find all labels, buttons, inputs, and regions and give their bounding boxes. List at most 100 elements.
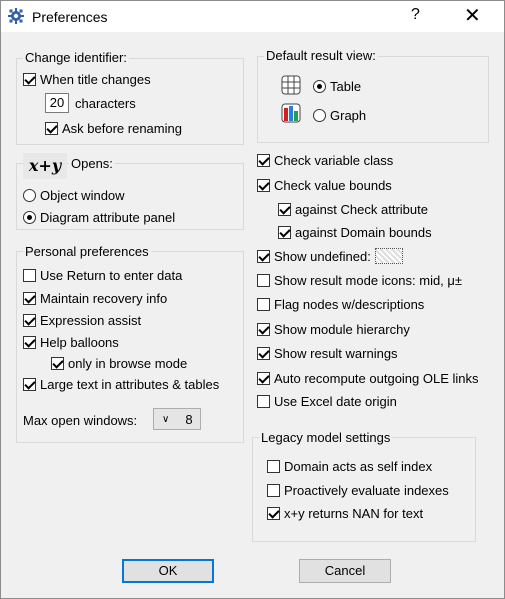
checkbox-box[interactable]: [257, 297, 270, 311]
show-result-warnings-checkbox[interactable]: Show result warnings: [257, 344, 398, 362]
table-icon: [281, 75, 301, 95]
show-result-mode-icons-label: Show result mode icons: mid, μ±: [274, 272, 463, 288]
graph-radio[interactable]: Graph: [313, 106, 366, 124]
opens-title: Opens:: [69, 156, 115, 171]
auto-recompute-ole-label: Auto recompute outgoing OLE links: [274, 370, 479, 386]
show-module-hierarchy-label: Show module hierarchy: [274, 321, 410, 337]
checkbox-box[interactable]: [278, 225, 291, 239]
diagram-panel-radio[interactable]: Diagram attribute panel: [23, 208, 175, 226]
max-windows-select[interactable]: ∨ 8: [153, 408, 201, 430]
checkbox-box[interactable]: [257, 153, 270, 167]
checkbox-box[interactable]: [267, 506, 280, 520]
checkbox-box[interactable]: [23, 335, 36, 349]
flag-nodes-checkbox[interactable]: Flag nodes w/descriptions: [257, 295, 424, 313]
use-return-checkbox[interactable]: Use Return to enter data: [23, 266, 182, 284]
checkbox-box[interactable]: [267, 483, 280, 497]
checkbox-box[interactable]: [257, 394, 270, 408]
characters-input[interactable]: 20: [45, 93, 69, 113]
domain-self-index-checkbox[interactable]: Domain acts as self index: [267, 457, 432, 475]
maintain-recovery-label: Maintain recovery info: [40, 290, 168, 306]
ask-before-renaming-label: Ask before renaming: [62, 120, 182, 136]
radio-circle[interactable]: [23, 210, 36, 224]
object-window-radio[interactable]: Object window: [23, 186, 125, 204]
title-bar: Preferences ? ✕: [1, 1, 504, 32]
help-balloons-checkbox[interactable]: Help balloons: [23, 333, 119, 351]
characters-label: characters: [75, 95, 136, 111]
help-balloons-label: Help balloons: [40, 334, 119, 350]
cancel-button[interactable]: Cancel: [299, 559, 391, 583]
table-radio[interactable]: Table: [313, 77, 361, 95]
show-undefined-checkbox[interactable]: Show undefined:: [257, 247, 403, 265]
show-undefined-label: Show undefined:: [274, 248, 371, 264]
against-domain-bounds-label: against Domain bounds: [295, 224, 432, 240]
ok-button[interactable]: OK: [122, 559, 214, 583]
maintain-recovery-checkbox[interactable]: Maintain recovery info: [23, 289, 167, 307]
check-value-bounds-label: Check value bounds: [274, 177, 392, 193]
checkbox-box[interactable]: [23, 72, 36, 86]
expression-assist-checkbox[interactable]: Expression assist: [23, 311, 141, 329]
show-result-warnings-label: Show result warnings: [274, 345, 398, 361]
checkbox-box[interactable]: [257, 273, 270, 287]
against-domain-bounds-checkbox[interactable]: against Domain bounds: [278, 223, 432, 241]
against-check-attribute-checkbox[interactable]: against Check attribute: [278, 200, 428, 218]
proactively-evaluate-checkbox[interactable]: Proactively evaluate indexes: [267, 481, 449, 499]
browse-mode-checkbox[interactable]: only in browse mode: [51, 354, 187, 372]
default-result-group: [257, 56, 489, 143]
checkbox-box[interactable]: [257, 322, 270, 336]
graph-icon: [281, 103, 301, 123]
preferences-dialog: Preferences ? ✕ Change identifier: When …: [0, 0, 505, 599]
checkbox-box[interactable]: [23, 291, 36, 305]
default-result-title: Default result view:: [264, 48, 378, 63]
help-button[interactable]: ?: [411, 6, 420, 24]
excel-date-origin-checkbox[interactable]: Use Excel date origin: [257, 392, 397, 410]
checkbox-box[interactable]: [257, 371, 270, 385]
check-variable-class-label: Check variable class: [274, 152, 394, 168]
against-check-attribute-label: against Check attribute: [295, 201, 428, 217]
when-title-changes-checkbox[interactable]: When title changes: [23, 70, 151, 88]
checkbox-box[interactable]: [45, 121, 58, 135]
personal-preferences-title: Personal preferences: [23, 244, 151, 259]
checkbox-box[interactable]: [257, 178, 270, 192]
diagram-panel-label: Diagram attribute panel: [40, 209, 176, 225]
checkbox-box[interactable]: [257, 346, 270, 360]
show-result-mode-icons-checkbox[interactable]: Show result mode icons: mid, μ±: [257, 271, 462, 289]
use-return-label: Use Return to enter data: [40, 267, 183, 283]
flag-nodes-label: Flag nodes w/descriptions: [274, 296, 425, 312]
auto-recompute-ole-checkbox[interactable]: Auto recompute outgoing OLE links: [257, 369, 479, 387]
close-button[interactable]: ✕: [464, 3, 481, 28]
expression-icon: x+y: [23, 153, 67, 179]
show-module-hierarchy-checkbox[interactable]: Show module hierarchy: [257, 320, 410, 338]
domain-self-index-label: Domain acts as self index: [284, 458, 433, 474]
checkbox-box[interactable]: [267, 459, 280, 473]
large-text-checkbox[interactable]: Large text in attributes & tables: [23, 375, 219, 393]
max-windows-label: Max open windows:: [23, 412, 138, 428]
expression-assist-label: Expression assist: [40, 312, 142, 328]
checkbox-box[interactable]: [278, 202, 291, 216]
chevron-down-icon[interactable]: ∨: [162, 414, 169, 425]
radio-circle[interactable]: [313, 79, 326, 93]
checkbox-box[interactable]: [23, 313, 36, 327]
check-variable-class-checkbox[interactable]: Check variable class: [257, 151, 393, 169]
max-windows-value: 8: [185, 411, 193, 427]
excel-date-origin-label: Use Excel date origin: [274, 393, 397, 409]
object-window-label: Object window: [40, 187, 125, 203]
checkbox-box[interactable]: [257, 249, 270, 263]
checkbox-box[interactable]: [23, 268, 36, 282]
browse-mode-label: only in browse mode: [68, 355, 188, 371]
checkbox-box[interactable]: [51, 356, 64, 370]
check-value-bounds-checkbox[interactable]: Check value bounds: [257, 176, 392, 194]
window-title: Preferences: [32, 9, 108, 25]
radio-circle[interactable]: [23, 188, 36, 202]
proactively-evaluate-label: Proactively evaluate indexes: [284, 482, 449, 498]
nan-for-text-checkbox[interactable]: x+y returns NAN for text: [267, 504, 423, 522]
table-label: Table: [330, 78, 362, 94]
checkbox-box[interactable]: [23, 377, 36, 391]
nan-for-text-label: x+y returns NAN for text: [284, 505, 424, 521]
change-identifier-title: Change identifier:: [23, 50, 129, 65]
gear-icon: [8, 8, 24, 24]
graph-label: Graph: [330, 107, 367, 123]
large-text-label: Large text in attributes & tables: [40, 376, 220, 392]
ask-before-renaming-checkbox[interactable]: Ask before renaming: [45, 119, 182, 137]
radio-circle[interactable]: [313, 108, 326, 122]
undefined-swatch[interactable]: [374, 248, 403, 264]
